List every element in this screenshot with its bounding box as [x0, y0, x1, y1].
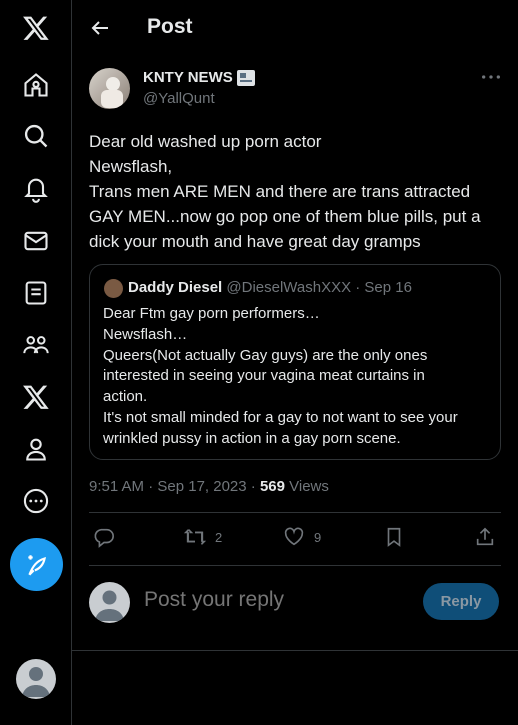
divider [89, 565, 501, 566]
tweet-line: Newsflash, [89, 157, 173, 176]
search-icon[interactable] [17, 117, 55, 155]
like-action[interactable]: 9 [283, 526, 321, 548]
back-arrow-icon[interactable] [88, 16, 112, 40]
tweet-line: Trans men ARE MEN and there are trans at… [89, 182, 471, 201]
post-timestamp[interactable]: 9:51 AM · Sep 17, 2023 · [89, 478, 260, 495]
profile-icon[interactable] [17, 430, 55, 468]
reply-input[interactable] [144, 588, 404, 612]
quoted-author-avatar [104, 279, 123, 298]
views-label: Views [284, 478, 329, 495]
heart-icon [284, 527, 304, 546]
communities-icon[interactable] [17, 326, 55, 364]
author-name-text[interactable]: KNTY NEWS [143, 69, 233, 86]
quoted-line: Newsflash… [103, 325, 188, 343]
lists-icon[interactable] [17, 274, 55, 312]
share-icon [476, 527, 494, 546]
repost-action[interactable]: 2 [184, 526, 222, 548]
post-detail: Post KNTY NEWS @YallQunt Dear old washed… [72, 0, 518, 725]
author-name[interactable]: KNTY NEWS [143, 69, 255, 86]
quoted-author-header: Daddy Diesel @DieselWashXXX · Sep 16 [128, 279, 412, 296]
repost-icon [184, 529, 206, 545]
tweet-line: dick your mouth and have great day gramp… [89, 232, 421, 251]
compose-feather-icon [27, 554, 46, 576]
quoted-line: It's not small minded for a gay to not w… [103, 408, 458, 426]
quoted-author-name: Daddy Diesel [128, 279, 223, 296]
bell-icon[interactable] [17, 170, 55, 208]
quoted-post[interactable]: Daddy Diesel @DieselWashXXX · Sep 16 Dea… [89, 264, 501, 460]
post-meta: 9:51 AM · Sep 17, 2023 · 569 Views [89, 478, 329, 495]
quoted-author-meta: @DieselWashXXX · Sep 16 [222, 279, 412, 296]
quoted-line: interested in seeing your vagina meat cu… [103, 367, 425, 385]
repost-count: 2 [215, 529, 223, 545]
more-circle-icon[interactable] [17, 482, 55, 520]
x-premium-icon[interactable] [17, 378, 55, 416]
top-bar: Post [72, 0, 518, 56]
reply-button[interactable]: Reply [423, 583, 499, 620]
tweet-line: Dear old washed up porn actor [89, 132, 322, 151]
reply-action[interactable] [93, 526, 124, 548]
sidebar [0, 0, 72, 725]
views-count: 569 [259, 478, 285, 495]
home-icon[interactable] [17, 66, 55, 104]
mail-icon[interactable] [17, 222, 55, 260]
account-avatar[interactable] [16, 659, 56, 699]
author-handle[interactable]: @YallQunt [143, 90, 215, 107]
quoted-line: Queers(Not actually Gay guys) are the on… [103, 346, 428, 364]
reply-icon [94, 528, 114, 548]
reply-avatar [89, 582, 130, 623]
bookmark-action[interactable] [383, 526, 405, 548]
quoted-line: wrinkled pussy in action in a gay porn s… [103, 429, 401, 447]
newspaper-icon [236, 69, 255, 86]
quoted-line: action. [103, 388, 148, 406]
compose-button[interactable] [10, 538, 63, 591]
more-options-icon[interactable] [476, 66, 506, 88]
tweet-line: GAY MEN...now go pop one of them blue pi… [89, 207, 481, 226]
divider [72, 650, 518, 651]
like-count: 9 [314, 529, 322, 545]
author-avatar[interactable] [89, 68, 130, 109]
share-action[interactable] [474, 526, 496, 548]
quoted-line: Dear Ftm gay porn performers… [103, 305, 320, 322]
quoted-text: Dear Ftm gay porn performers… Newsflash…… [103, 304, 495, 450]
divider [89, 512, 501, 513]
page-title: Post [147, 15, 193, 38]
tweet-text: Dear old washed up porn actor Newsflash,… [89, 129, 509, 254]
bookmark-icon [387, 527, 401, 547]
action-bar: 2 9 [72, 526, 518, 552]
x-logo-icon[interactable] [17, 9, 55, 47]
